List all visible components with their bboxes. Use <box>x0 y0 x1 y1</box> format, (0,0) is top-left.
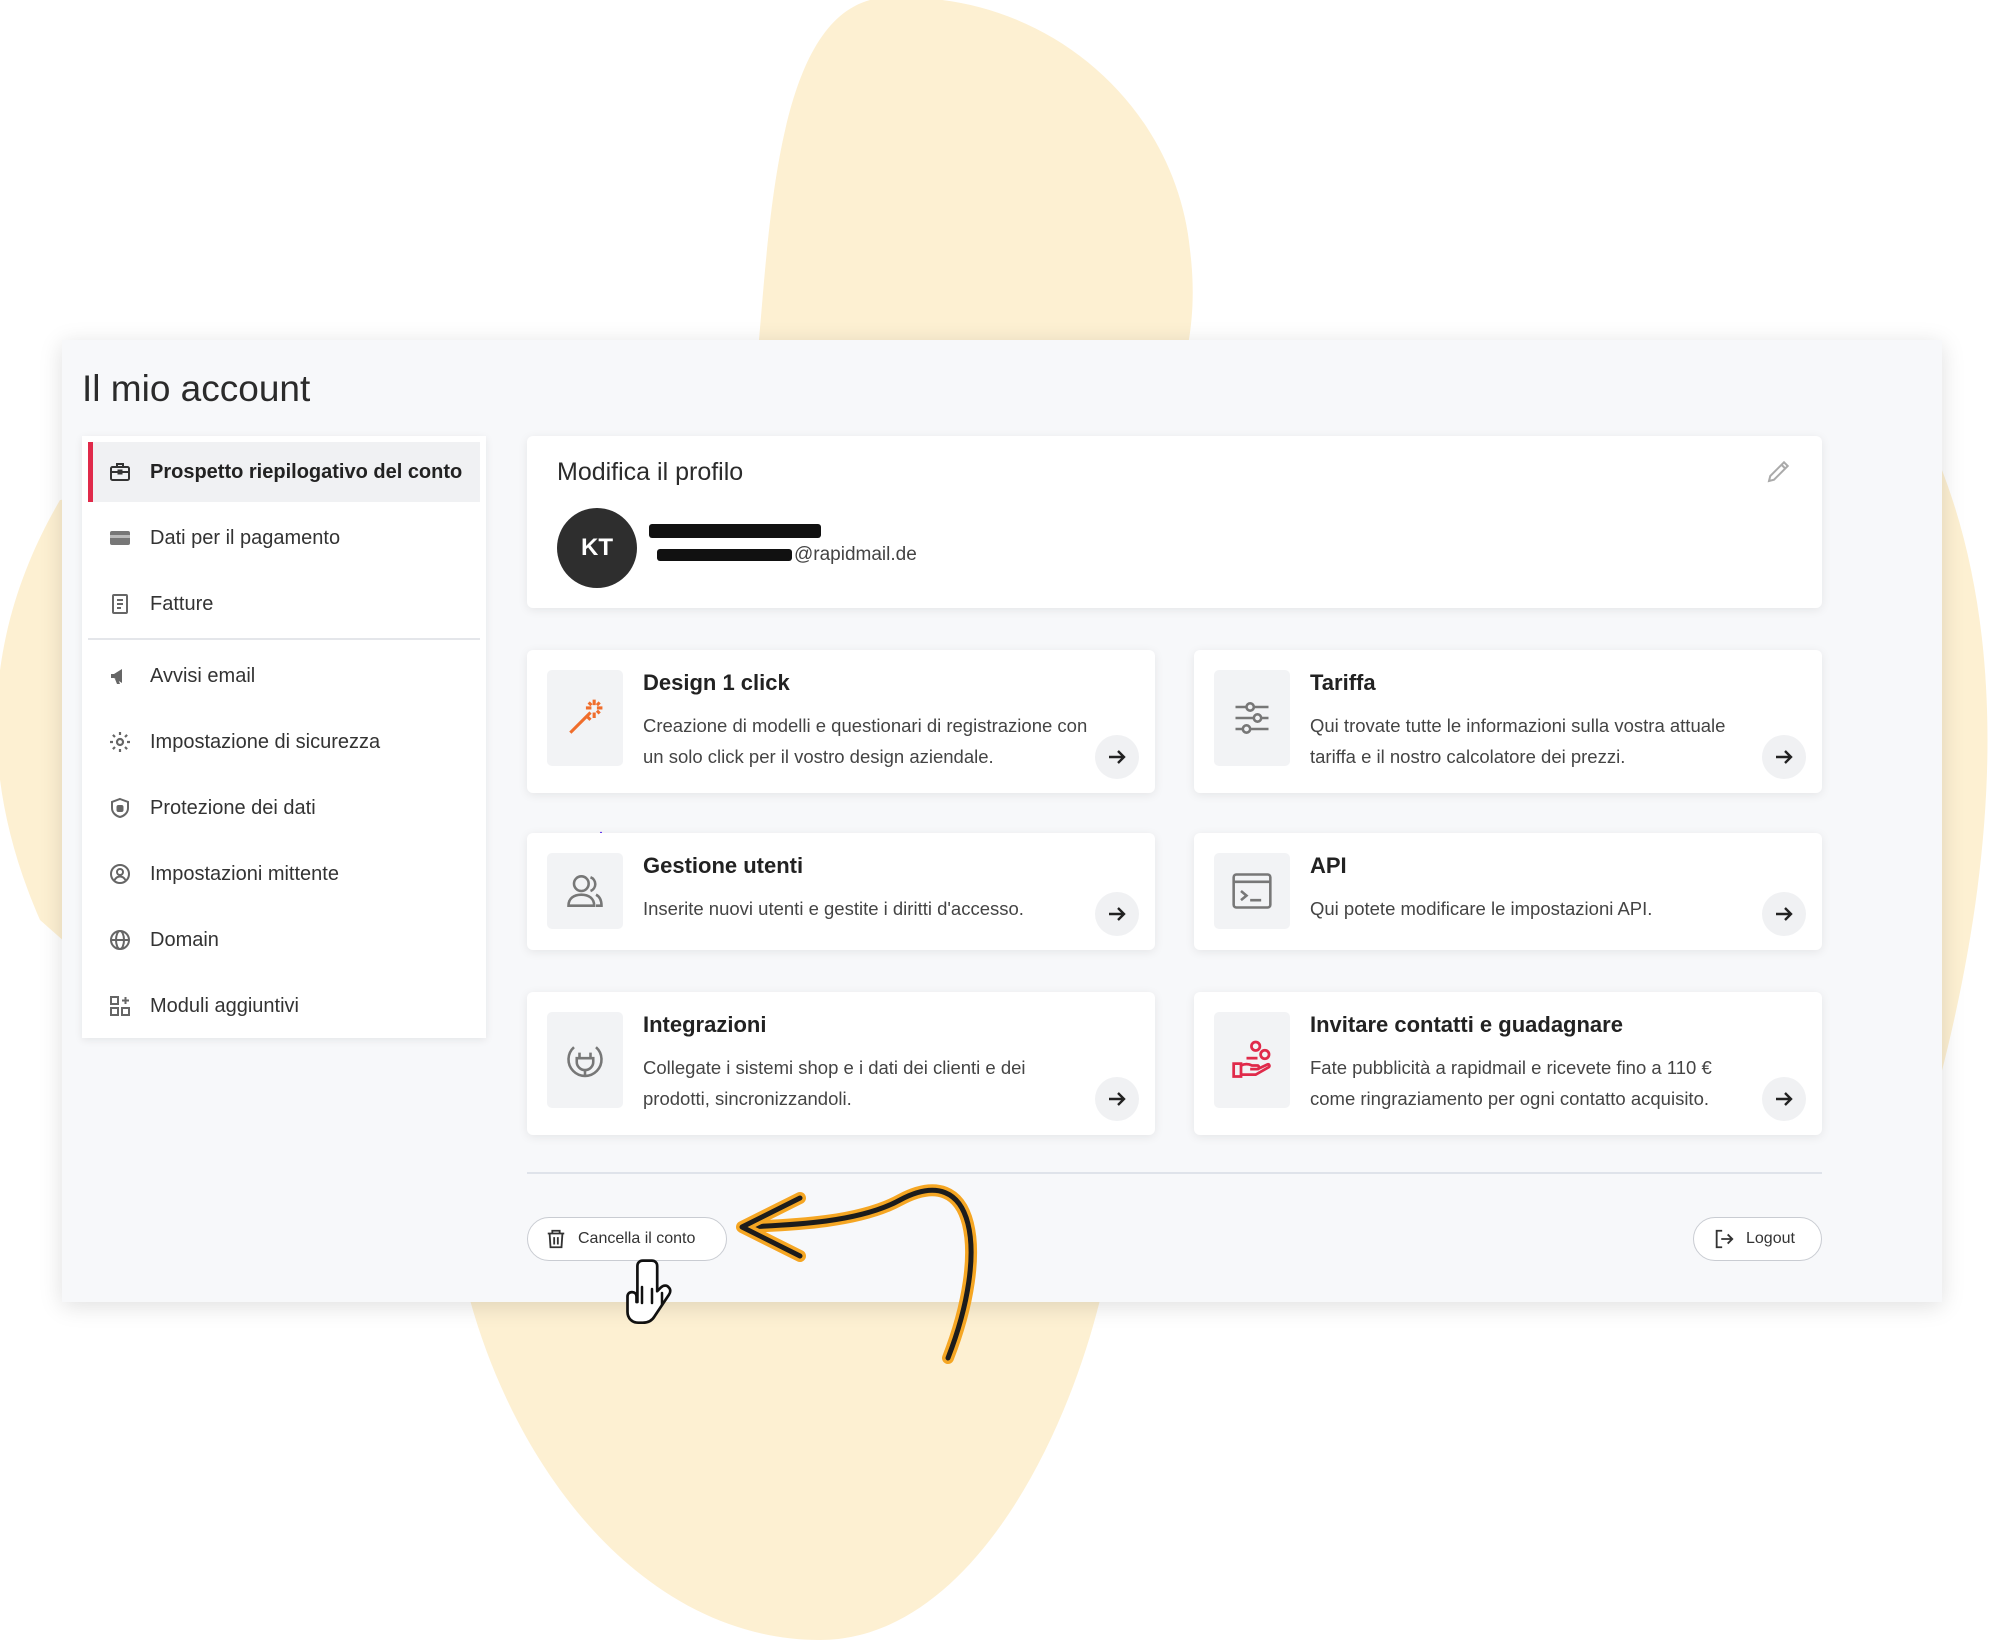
sidebar-item-label: Protezione dei dati <box>150 796 316 819</box>
sidebar-item-label: Domain <box>150 928 219 951</box>
email-domain: @rapidmail.de <box>794 544 917 565</box>
arrow-right-icon[interactable] <box>1762 1077 1806 1121</box>
card-description: Fate pubblicità a rapidmail e ricevete f… <box>1310 1057 1712 1109</box>
profile-card-title: Modifica il profilo <box>557 458 744 486</box>
account-window: Il mio account Prospetto riepilogativo d… <box>62 340 1942 1302</box>
globe-icon <box>106 926 134 954</box>
pencil-icon[interactable] <box>1764 456 1794 486</box>
trash-icon <box>544 1227 568 1251</box>
card-referral[interactable]: Invitare contatti e guadagnare Fate pubb… <box>1194 992 1822 1135</box>
sidebar-item-email-alerts[interactable]: Avvisi email <box>88 646 480 706</box>
sidebar-item-label: Avvisi email <box>150 664 256 687</box>
sidebar-item-overview[interactable]: Prospetto riepilogativo del conto <box>88 442 480 502</box>
card-title: API <box>1310 853 1347 878</box>
card-title: Integrazioni <box>643 1012 767 1037</box>
gear-icon <box>106 728 134 756</box>
shield-icon <box>106 794 134 822</box>
arrow-right-icon[interactable] <box>1095 892 1139 936</box>
card-user-management[interactable]: Gestione utenti Inserite nuovi utenti e … <box>527 833 1155 950</box>
card-title: Tariffa <box>1310 670 1376 695</box>
arrow-right-icon[interactable] <box>1762 735 1806 779</box>
card-description: Qui potete modificare le impostazioni AP… <box>1310 898 1653 919</box>
card-description: Collegate i sistemi shop e i dati dei cl… <box>643 1057 1026 1109</box>
sidebar-item-sender-settings[interactable]: Impostazioni mittente <box>88 844 480 904</box>
sidebar-item-label: Impostazioni mittente <box>150 862 339 885</box>
logout-button[interactable]: Logout <box>1693 1217 1822 1261</box>
sidebar: Prospetto riepilogativo del conto Dati p… <box>82 436 486 1038</box>
sidebar-item-label: Dati per il pagamento <box>150 526 341 549</box>
user-circle-icon <box>106 860 134 888</box>
sliders-icon <box>1214 670 1290 766</box>
sidebar-item-label: Moduli aggiuntivi <box>150 994 299 1017</box>
invoice-icon <box>106 590 134 618</box>
arrow-right-icon[interactable] <box>1095 735 1139 779</box>
sidebar-item-invoices[interactable]: Fatture <box>88 574 480 634</box>
card-integrations[interactable]: Integrazioni Collegate i sistemi shop e … <box>527 992 1155 1135</box>
sidebar-item-data-protection[interactable]: Protezione dei dati <box>88 778 480 838</box>
logout-label: Logout <box>1746 1230 1795 1247</box>
sidebar-item-label: Fatture <box>150 592 214 615</box>
megaphone-icon <box>106 662 134 690</box>
card-design-1-click[interactable]: Design 1 click Creazione di modelli e qu… <box>527 650 1155 793</box>
sidebar-item-label: Impostazione di sicurezza <box>150 730 381 753</box>
profile-email: @rapidmail.de <box>657 544 917 566</box>
delete-account-label: Cancella il conto <box>578 1230 696 1247</box>
redacted-user-name <box>649 524 821 538</box>
sidebar-item-modules[interactable]: Moduli aggiuntivi <box>88 976 480 1036</box>
delete-account-button[interactable]: Cancella il conto <box>527 1217 727 1261</box>
briefcase-icon <box>106 458 134 486</box>
referral-hand-icon <box>1214 1012 1290 1108</box>
sidebar-item-label: Prospetto riepilogativo del conto <box>150 460 463 483</box>
users-icon <box>547 853 623 929</box>
redacted-email-user <box>657 549 792 561</box>
card-description: Inserite nuovi utenti e gestite i diritt… <box>643 898 1024 919</box>
credit-card-icon <box>106 524 134 552</box>
card-api[interactable]: API Qui potete modificare le impostazion… <box>1194 833 1822 950</box>
footer-divider <box>527 1172 1822 1174</box>
sidebar-item-security[interactable]: Impostazione di sicurezza <box>88 712 480 772</box>
card-description: Creazione di modelli e questionari di re… <box>643 715 1088 767</box>
card-title: Design 1 click <box>643 670 790 695</box>
arrow-right-icon[interactable] <box>1762 892 1806 936</box>
page-title: Il mio account <box>82 368 311 409</box>
card-title: Invitare contatti e guadagnare <box>1310 1012 1623 1037</box>
sidebar-item-domain[interactable]: Domain <box>88 910 480 970</box>
card-description: Qui trovate tutte le informazioni sulla … <box>1310 715 1726 767</box>
modules-icon <box>106 992 134 1020</box>
terminal-icon <box>1214 853 1290 929</box>
logout-icon <box>1712 1227 1736 1251</box>
sidebar-item-payment[interactable]: Dati per il pagamento <box>88 508 480 568</box>
avatar: KT <box>557 508 637 588</box>
profile-card: Modifica il profilo KT @rapidmail.de <box>527 436 1822 608</box>
arrow-right-icon[interactable] <box>1095 1077 1139 1121</box>
card-title: Gestione utenti <box>643 853 804 878</box>
plug-icon <box>547 1012 623 1108</box>
card-tariffa[interactable]: Tariffa Qui trovate tutte le informazion… <box>1194 650 1822 793</box>
sidebar-divider <box>88 638 480 640</box>
magic-wand-icon <box>547 670 623 766</box>
